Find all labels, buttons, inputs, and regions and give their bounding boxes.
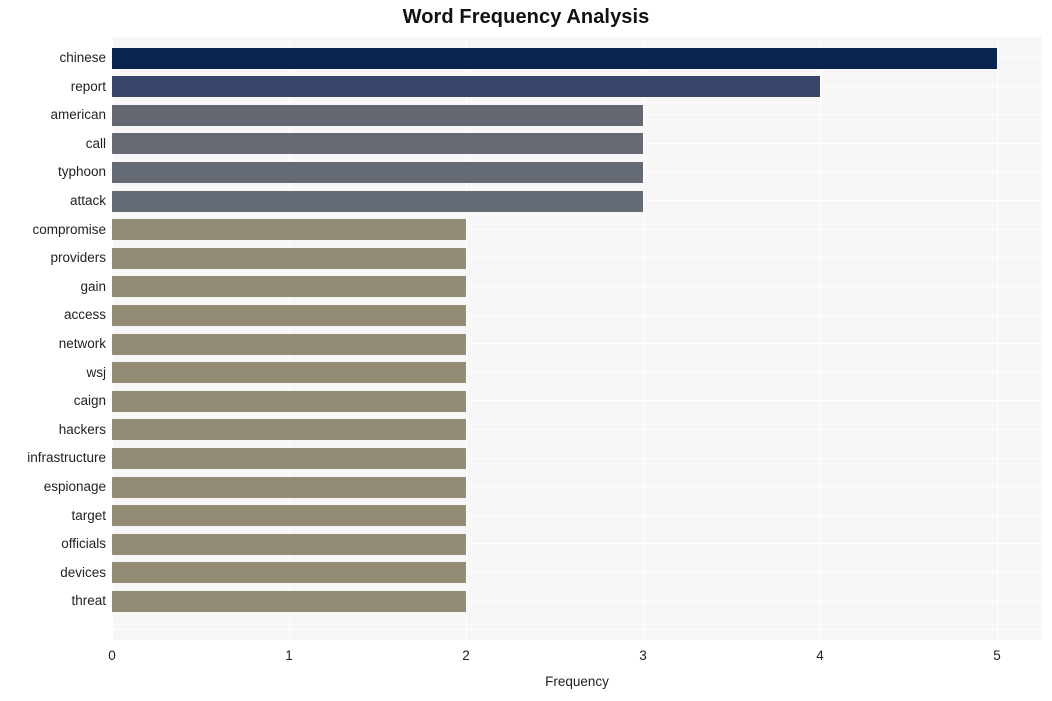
y-tick-label-caign: caign xyxy=(73,393,106,409)
y-tick-label-infrastructure: infrastructure xyxy=(27,450,106,466)
x-tick-label-2: 2 xyxy=(462,648,470,663)
bar-hackers[interactable] xyxy=(112,419,466,441)
bar-attack[interactable] xyxy=(112,190,643,212)
y-tick-label-hackers: hackers xyxy=(58,421,106,437)
bar-providers[interactable] xyxy=(112,247,466,269)
y-tick-label-chinese: chinese xyxy=(59,50,106,65)
x-tick-label-4: 4 xyxy=(816,648,824,663)
bar-target[interactable] xyxy=(112,505,466,527)
x-tick-label-3: 3 xyxy=(639,648,647,663)
y-tick-label-call: call xyxy=(85,135,106,151)
word-frequency-bar-chart: Word Frequency Analysis chinese report ame… xyxy=(0,0,1052,701)
y-tick-label-attack: attack xyxy=(69,193,106,208)
y-tick-label-network: network xyxy=(58,336,106,351)
bar-infrastructure[interactable] xyxy=(112,447,466,469)
x-tick-label-5: 5 xyxy=(993,648,1001,663)
bar-american[interactable] xyxy=(112,104,643,126)
chart-title: Word Frequency Analysis xyxy=(402,6,650,28)
x-tick-label-0: 0 xyxy=(108,648,116,663)
y-tick-label-gain: gain xyxy=(80,278,106,294)
bar-threat[interactable] xyxy=(112,590,466,612)
x-axis-title: Frequency xyxy=(545,674,609,689)
y-tick-label-american: american xyxy=(50,107,106,123)
bar-typhoon[interactable] xyxy=(112,161,643,183)
bar-officials[interactable] xyxy=(112,533,466,555)
bar-devices[interactable] xyxy=(112,562,466,584)
bars-layer xyxy=(112,37,1042,640)
bar-gain[interactable] xyxy=(112,276,466,298)
bar-chinese[interactable] xyxy=(112,47,997,69)
y-axis-tick-labels: chinese report american call typhoon attack co… xyxy=(0,37,106,640)
x-tick-label-1: 1 xyxy=(285,648,293,663)
y-tick-label-wsj: wsj xyxy=(86,364,107,380)
bar-wsj[interactable] xyxy=(112,362,466,384)
x-axis-tick-labels: 0 1 2 3 4 5 xyxy=(0,648,1052,668)
bar-caign[interactable] xyxy=(112,390,466,412)
plot-area xyxy=(112,37,1042,640)
y-tick-label-compromise: compromise xyxy=(32,221,106,237)
y-tick-label-providers: providers xyxy=(50,250,106,266)
y-tick-label-devices: devices xyxy=(60,564,106,580)
y-tick-label-officials: officials xyxy=(61,536,106,552)
bar-espionage[interactable] xyxy=(112,476,466,498)
y-tick-label-threat: threat xyxy=(71,593,106,609)
y-tick-label-access: access xyxy=(63,307,106,323)
bar-network[interactable] xyxy=(112,333,466,355)
bar-access[interactable] xyxy=(112,304,466,326)
bar-report[interactable] xyxy=(112,76,820,98)
bar-call[interactable] xyxy=(112,133,643,155)
y-tick-label-target: target xyxy=(71,507,106,523)
y-tick-label-report: report xyxy=(70,78,106,94)
bar-compromise[interactable] xyxy=(112,219,466,241)
y-tick-label-typhoon: typhoon xyxy=(57,164,106,180)
y-tick-label-espionage: espionage xyxy=(43,479,106,494)
